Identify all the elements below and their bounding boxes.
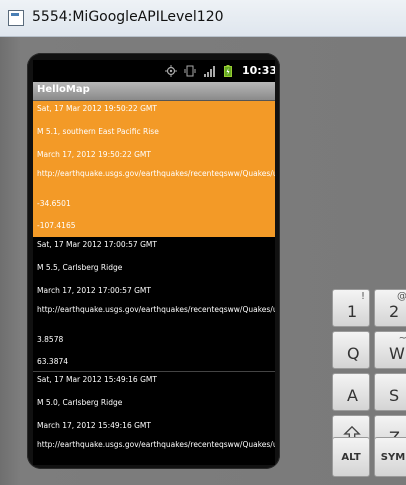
key-w[interactable]: ~ W (374, 331, 406, 369)
item-date: Sat, 17 Mar 2012 17:00:57 GMT (37, 240, 157, 249)
status-clock: 10:33 (242, 64, 275, 77)
key-alt-label: @ (397, 291, 406, 302)
item-longitude: -107.4165 (37, 221, 76, 230)
key-a[interactable]: A (332, 373, 370, 411)
vibrate-icon (184, 65, 196, 77)
key-alt-label: ! (360, 291, 365, 302)
window-icon (8, 10, 24, 26)
status-bar: 10:33 (33, 60, 275, 82)
app-title-bar: HelloMap (33, 82, 275, 101)
item-title: M 5.0, Carlsberg Ridge (37, 398, 123, 407)
item-date: Sat, 17 Mar 2012 19:50:22 GMT (37, 104, 157, 113)
signal-icon (204, 66, 215, 77)
key-label: 1 (347, 302, 358, 321)
item-latitude: -34.6501 (37, 199, 71, 208)
earthquake-list[interactable]: Sat, 17 Mar 2012 19:50:22 GMT M 5.1, sou… (33, 101, 275, 465)
item-url: http://earthquake.usgs.gov/earthquakes/r… (37, 305, 275, 314)
device-screen: 10:33 HelloMap Sat, 17 Mar 2012 19:50:22… (33, 60, 275, 465)
battery-icon (224, 65, 232, 77)
key-s[interactable]: S (374, 373, 406, 411)
key-label: S (389, 386, 400, 405)
key-label: A (347, 386, 358, 405)
key-2[interactable]: @ 2 (374, 289, 406, 327)
key-sym[interactable]: SYM (374, 437, 406, 477)
item-date-long: March 17, 2012 19:50:22 GMT (37, 150, 151, 159)
key-label: W (389, 344, 405, 363)
item-url: http://earthquake.usgs.gov/earthquakes/r… (37, 440, 275, 449)
window-title: 5554:MiGoogleAPILevel120 (32, 9, 224, 25)
item-title: M 5.1, southern East Pacific Rise (37, 127, 159, 136)
key-label: SYM (380, 452, 406, 463)
key-alt[interactable]: ALT (332, 437, 370, 477)
app-title: HelloMap (37, 84, 90, 95)
key-label: Q (347, 344, 360, 363)
list-item[interactable]: Sat, 17 Mar 2012 19:50:22 GMT M 5.1, sou… (33, 101, 275, 237)
item-longitude: 63.3874 (37, 357, 69, 366)
item-date: Sat, 17 Mar 2012 15:49:16 GMT (37, 375, 157, 384)
item-date-long: March 17, 2012 15:49:16 GMT (37, 421, 151, 430)
item-url: http://earthquake.usgs.gov/earthquakes/r… (37, 169, 275, 178)
key-label: ALT (341, 452, 361, 463)
key-1[interactable]: ! 1 (332, 289, 370, 327)
key-label: 2 (389, 302, 400, 321)
emulator-titlebar: 5554:MiGoogleAPILevel120 (0, 0, 406, 37)
list-item[interactable]: Sat, 17 Mar 2012 17:00:57 GMT M 5.5, Car… (33, 237, 275, 372)
key-q[interactable]: Q (332, 331, 370, 369)
list-item[interactable]: Sat, 17 Mar 2012 15:49:16 GMT M 5.0, Car… (33, 372, 275, 465)
item-title: M 5.5, Carlsberg Ridge (37, 263, 123, 272)
item-latitude: 3.8578 (37, 335, 64, 344)
key-alt-label: ~ (398, 333, 406, 344)
item-date-long: March 17, 2012 17:00:57 GMT (37, 286, 151, 295)
hardware-keyboard: ! 1 @ 2 Q ~ W A S Z ALT SYM (320, 289, 406, 485)
gps-icon (165, 65, 177, 77)
